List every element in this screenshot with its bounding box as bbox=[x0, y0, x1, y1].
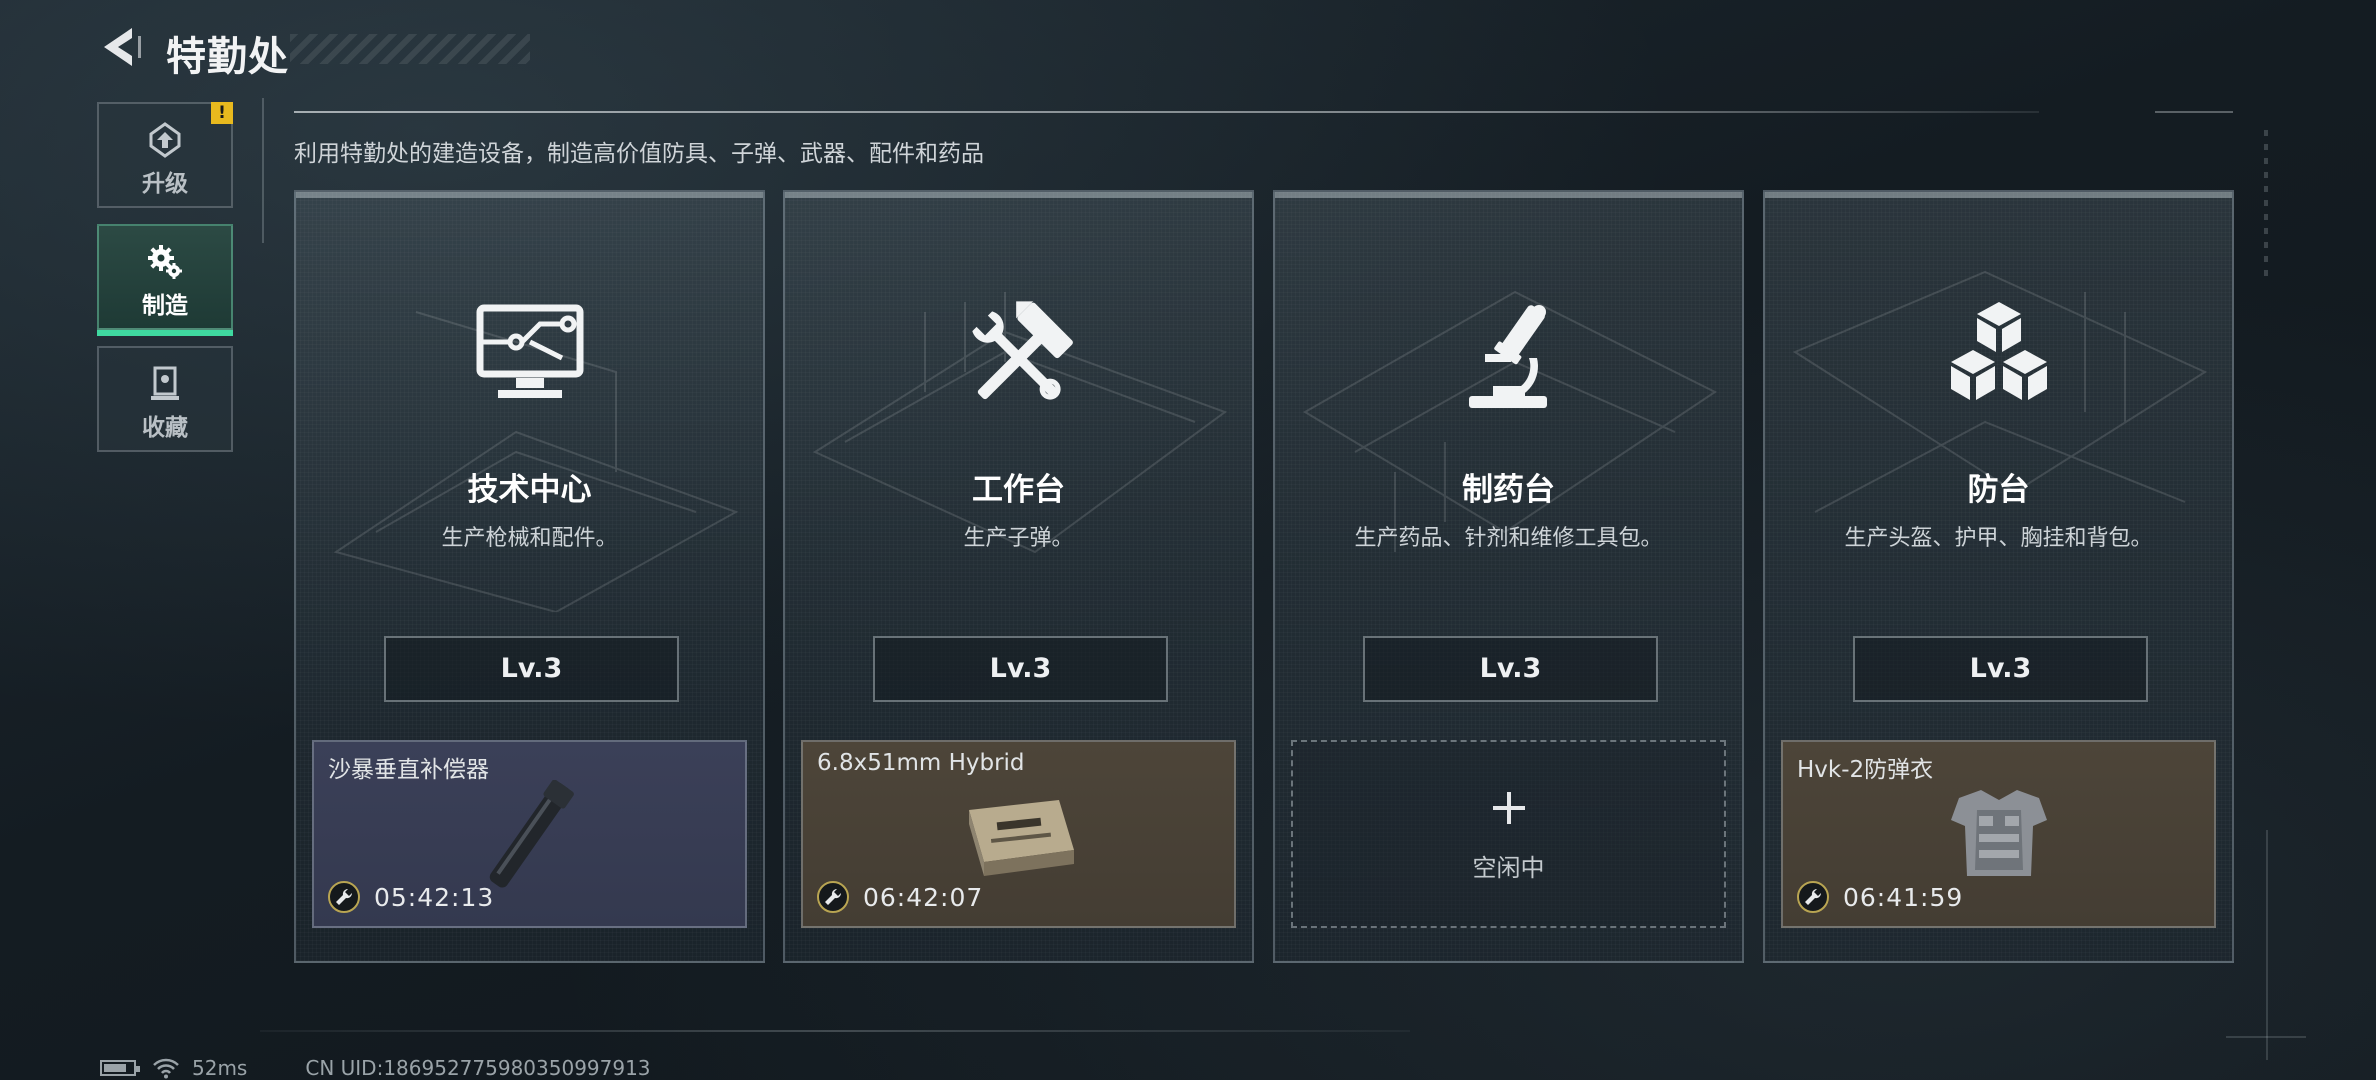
station-title: 工作台 bbox=[972, 472, 1065, 508]
sidebar-item-label: 制造 bbox=[142, 293, 188, 319]
decoration bbox=[2264, 130, 2268, 280]
production-timer: 05:42:13 bbox=[328, 880, 494, 914]
divider bbox=[294, 111, 2039, 113]
title-decoration bbox=[290, 34, 530, 64]
station-title: 防台 bbox=[1967, 472, 2030, 508]
monitor-circuit-icon bbox=[476, 304, 583, 398]
production-slot[interactable]: 沙暴垂直补偿器 05:42:13 bbox=[312, 740, 747, 928]
hammer-wrench-icon bbox=[971, 301, 1073, 400]
station-card-workbench[interactable]: 工作台 生产子弹。 Lv.3 6.8x51mm Hybrid 06:42:07 bbox=[783, 190, 1254, 963]
battery-icon bbox=[100, 1060, 140, 1076]
alert-badge: ! bbox=[211, 102, 233, 124]
decoration bbox=[2266, 830, 2268, 1060]
back-arrow-icon bbox=[104, 28, 141, 66]
production-timer: 06:41:59 bbox=[1797, 880, 1963, 914]
item-name: 6.8x51mm Hybrid bbox=[817, 750, 1025, 776]
sidebar-item-craft[interactable]: 制造 bbox=[97, 224, 233, 336]
decoration bbox=[260, 1030, 1410, 1032]
upgrade-icon bbox=[149, 122, 181, 158]
level-badge: Lv.3 bbox=[384, 636, 679, 702]
sidebar-item-label: 升级 bbox=[142, 171, 188, 197]
ping-text: 52ms bbox=[192, 1056, 248, 1080]
trophy-icon bbox=[151, 366, 179, 400]
plus-icon bbox=[1492, 792, 1525, 824]
wrench-icon bbox=[328, 881, 360, 913]
station-card-tech-center[interactable]: 技术中心 生产枪械和配件。 Lv.3 沙暴垂直补偿器 05:42:13 bbox=[294, 190, 765, 963]
station-description: 生产头盔、护甲、胸挂和背包。 bbox=[1844, 526, 2153, 551]
ammo-box-item-image bbox=[968, 800, 1074, 876]
station-card-pharmacy[interactable]: 制药台 生产药品、针剂和维修工具包。 Lv.3 空闲中 bbox=[1273, 190, 1744, 963]
wifi-icon bbox=[153, 1058, 179, 1079]
station-description: 生产枪械和配件。 bbox=[441, 526, 618, 551]
cubes-icon bbox=[1950, 302, 2047, 400]
item-name: 沙暴垂直补偿器 bbox=[328, 757, 489, 783]
production-slot[interactable]: 6.8x51mm Hybrid 06:42:07 bbox=[801, 740, 1236, 928]
level-badge: Lv.3 bbox=[1363, 636, 1658, 702]
production-slot[interactable]: Hvk-2防弹衣 06:41:59 bbox=[1781, 740, 2216, 928]
sidebar-item-collection[interactable]: 收藏 bbox=[97, 346, 233, 452]
wrench-icon bbox=[817, 881, 849, 913]
production-timer: 06:42:07 bbox=[817, 880, 983, 914]
item-name: Hvk-2防弹衣 bbox=[1797, 757, 1934, 783]
level-badge: Lv.3 bbox=[1853, 636, 2148, 702]
divider bbox=[262, 98, 264, 243]
body-armor-item-image bbox=[1950, 790, 2047, 876]
sidebar-item-label: 收藏 bbox=[142, 415, 188, 441]
timer-text: 06:41:59 bbox=[1843, 882, 1964, 912]
station-card-armor[interactable]: 防台 生产头盔、护甲、胸挂和背包。 Lv.3 Hvk-2防弹衣 06:41:59 bbox=[1763, 190, 2234, 963]
wrench-icon bbox=[1797, 881, 1829, 913]
station-title: 技术中心 bbox=[467, 472, 592, 508]
sidebar-item-upgrade[interactable]: ! 升级 bbox=[97, 102, 233, 208]
page-subtitle: 利用特勤处的建造设备，制造高价值防具、子弹、武器、配件和药品 bbox=[294, 141, 984, 167]
timer-text: 05:42:13 bbox=[374, 882, 495, 912]
station-description: 生产药品、针剂和维修工具包。 bbox=[1354, 526, 1663, 551]
page-title: 特勤处 bbox=[166, 34, 289, 80]
divider bbox=[2155, 111, 2233, 113]
timer-text: 06:42:07 bbox=[863, 882, 984, 912]
gear-icon bbox=[148, 245, 182, 279]
station-title: 制药台 bbox=[1462, 472, 1555, 508]
microscope-icon bbox=[1468, 305, 1547, 408]
level-badge: Lv.3 bbox=[873, 636, 1168, 702]
status-bar: 52ms CN UID:186952775980350997913 bbox=[100, 1056, 651, 1080]
compensator-item-image bbox=[489, 780, 574, 888]
screen: 特勤处 ! 升级 制造 收藏 利用特勤处的建造设备，制造高价值防具、子弹、武器、… bbox=[0, 0, 2376, 1080]
production-slot-empty[interactable]: 空闲中 bbox=[1291, 740, 1726, 928]
idle-status: 空闲中 bbox=[1472, 854, 1545, 882]
uid-text: CN UID:186952775980350997913 bbox=[305, 1056, 651, 1080]
decoration bbox=[2226, 1036, 2306, 1038]
back-button[interactable] bbox=[96, 22, 146, 72]
station-description: 生产子弹。 bbox=[963, 526, 1074, 551]
